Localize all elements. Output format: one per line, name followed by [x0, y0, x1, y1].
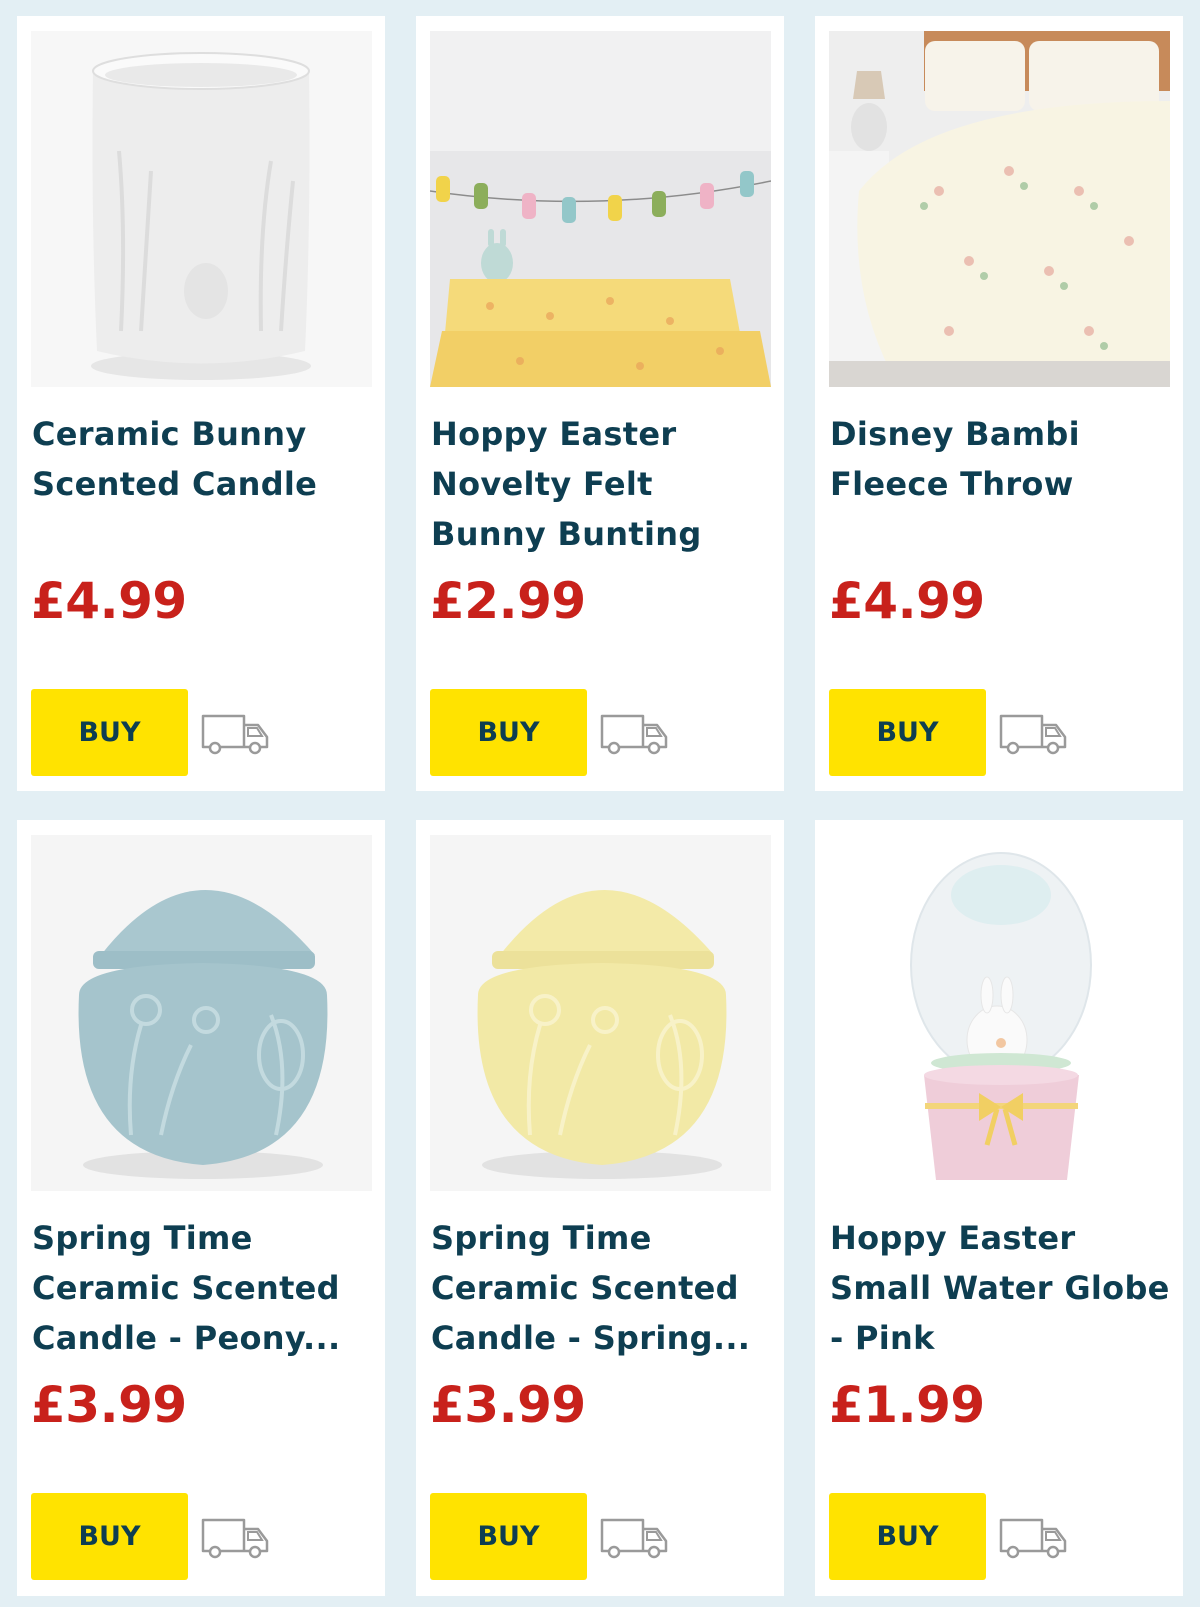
- product-title[interactable]: Hoppy Easter Novelty Felt Bunny Bunting: [431, 409, 776, 559]
- product-card: Hoppy Easter Novelty Felt Bunny Bunting …: [416, 16, 784, 791]
- product-price: £1.99: [829, 1376, 985, 1434]
- product-price: £2.99: [430, 572, 586, 630]
- buy-button[interactable]: BUY: [430, 689, 587, 776]
- delivery-van-icon: [201, 1518, 269, 1559]
- buy-button[interactable]: BUY: [31, 689, 188, 776]
- product-image[interactable]: [31, 31, 372, 387]
- delivery-van-icon: [600, 1518, 668, 1559]
- product-price: £4.99: [829, 572, 985, 630]
- product-title[interactable]: Hoppy Easter Small Water Globe - Pink: [830, 1213, 1175, 1363]
- product-price: £4.99: [31, 572, 187, 630]
- buy-button[interactable]: BUY: [829, 689, 986, 776]
- product-price: £3.99: [430, 1376, 586, 1434]
- product-image[interactable]: [829, 835, 1170, 1191]
- product-image[interactable]: [829, 31, 1170, 387]
- product-title[interactable]: Disney Bambi Fleece Throw: [830, 409, 1175, 509]
- product-title[interactable]: Spring Time Ceramic Scented Candle - Peo…: [32, 1213, 377, 1363]
- delivery-van-icon: [600, 714, 668, 755]
- delivery-van-icon: [999, 714, 1067, 755]
- product-title[interactable]: Ceramic Bunny Scented Candle: [32, 409, 377, 509]
- product-grid: Ceramic Bunny Scented Candle £4.99 BUY H…: [17, 16, 1183, 1596]
- delivery-van-icon: [201, 714, 269, 755]
- buy-button[interactable]: BUY: [430, 1493, 587, 1580]
- product-title[interactable]: Spring Time Ceramic Scented Candle - Spr…: [431, 1213, 776, 1363]
- product-card: Hoppy Easter Small Water Globe - Pink £1…: [815, 820, 1183, 1596]
- buy-button[interactable]: BUY: [31, 1493, 188, 1580]
- delivery-van-icon: [999, 1518, 1067, 1559]
- product-image[interactable]: [430, 31, 771, 387]
- product-card: Disney Bambi Fleece Throw £4.99 BUY: [815, 16, 1183, 791]
- product-card: Ceramic Bunny Scented Candle £4.99 BUY: [17, 16, 385, 791]
- product-image[interactable]: [31, 835, 372, 1191]
- product-price: £3.99: [31, 1376, 187, 1434]
- product-card: Spring Time Ceramic Scented Candle - Peo…: [17, 820, 385, 1596]
- product-card: Spring Time Ceramic Scented Candle - Spr…: [416, 820, 784, 1596]
- product-image[interactable]: [430, 835, 771, 1191]
- buy-button[interactable]: BUY: [829, 1493, 986, 1580]
